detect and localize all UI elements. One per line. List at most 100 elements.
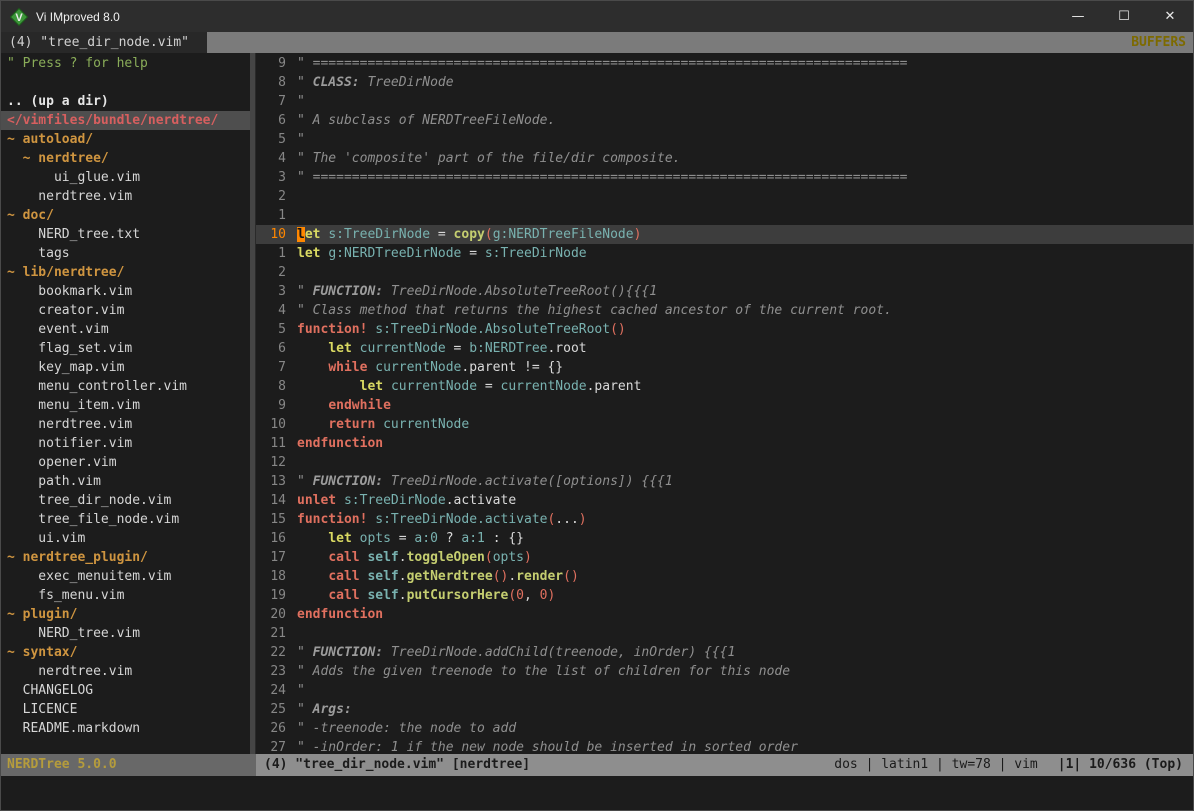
tree-item[interactable]: ~ plugin/ [1, 605, 250, 624]
code-token: let [328, 341, 351, 356]
code-line[interactable]: 10let s:TreeDirNode = copy(g:NERDTreeFil… [256, 225, 1193, 244]
code-text: " -treenode: the node to add [297, 719, 516, 738]
line-number: 25 [256, 700, 286, 719]
code-line[interactable]: 18 call self.getNerdtree().render() [256, 567, 1193, 586]
code-line[interactable]: 19 call self.putCursorHere(0, 0) [256, 586, 1193, 605]
tree-item[interactable]: notifier.vim [1, 434, 250, 453]
tree-root-item[interactable]: </vimfiles/bundle/nerdtree/ [1, 111, 250, 130]
line-number: 26 [256, 719, 286, 738]
tree-item[interactable]: opener.vim [1, 453, 250, 472]
tree-item[interactable]: nerdtree.vim [1, 662, 250, 681]
tree-item[interactable]: path.vim [1, 472, 250, 491]
tree-item[interactable]: creator.vim [1, 301, 250, 320]
tree-item[interactable]: ~ autoload/ [1, 130, 250, 149]
code-line[interactable]: 9 endwhile [256, 396, 1193, 415]
code-line[interactable]: 2 [256, 187, 1193, 206]
code-line[interactable]: 7" [256, 92, 1193, 111]
minimize-button[interactable]: — [1055, 1, 1101, 32]
code-token: currentNode [360, 341, 446, 356]
code-line[interactable]: 14unlet s:TreeDirNode.activate [256, 491, 1193, 510]
code-line[interactable]: 4" The 'composite' part of the file/dir … [256, 149, 1193, 168]
code-token: ) [547, 588, 555, 603]
code-line[interactable]: 26 " -treenode: the node to add [256, 719, 1193, 738]
tree-item[interactable]: nerdtree.vim [1, 187, 250, 206]
code-token: " -treenode: the node to add [297, 721, 516, 736]
code-line[interactable]: 6" A subclass of NERDTreeFileNode. [256, 111, 1193, 130]
code-line[interactable]: 5" [256, 130, 1193, 149]
tree-item[interactable]: flag_set.vim [1, 339, 250, 358]
tree-item[interactable]: menu_controller.vim [1, 377, 250, 396]
code-line[interactable]: 3" FUNCTION: TreeDirNode.AbsoluteTreeRoo… [256, 282, 1193, 301]
tree-item[interactable]: " Press ? for help [1, 54, 250, 73]
code-token: = [430, 227, 453, 242]
tabline-fill [207, 32, 1124, 53]
tree-item[interactable]: key_map.vim [1, 358, 250, 377]
code-line[interactable]: 25" Args: [256, 700, 1193, 719]
code-line[interactable]: 17 call self.toggleOpen(opts) [256, 548, 1193, 567]
code-token: , [524, 588, 540, 603]
code-line[interactable]: 4" Class method that returns the highest… [256, 301, 1193, 320]
line-number: 18 [256, 567, 286, 586]
tree-item[interactable]: tags [1, 244, 250, 263]
tree-item[interactable]: ~ lib/nerdtree/ [1, 263, 250, 282]
code-line[interactable]: 10 return currentNode [256, 415, 1193, 434]
code-line[interactable]: 9" =====================================… [256, 54, 1193, 73]
tree-item[interactable]: ~ nerdtree_plugin/ [1, 548, 250, 567]
tree-item[interactable]: fs_menu.vim [1, 586, 250, 605]
tree-item[interactable]: bookmark.vim [1, 282, 250, 301]
tree-item[interactable]: ~ nerdtree/ [1, 149, 250, 168]
code-token: " [297, 75, 313, 90]
code-line[interactable]: 12 [256, 453, 1193, 472]
tree-item[interactable]: tree_dir_node.vim [1, 491, 250, 510]
tree-item[interactable]: ui.vim [1, 529, 250, 548]
code-token [297, 379, 360, 394]
tree-item[interactable]: tree_file_node.vim [1, 510, 250, 529]
code-line[interactable]: 20endfunction [256, 605, 1193, 624]
line-number: 17 [256, 548, 286, 567]
tree-item[interactable]: README.markdown [1, 719, 250, 738]
tree-item[interactable]: exec_menuitem.vim [1, 567, 250, 586]
code-line[interactable]: 16 let opts = a:0 ? a:1 : {} [256, 529, 1193, 548]
code-line[interactable]: 6 let currentNode = b:NERDTree.root [256, 339, 1193, 358]
code-line[interactable]: 8 let currentNode = currentNode.parent [256, 377, 1193, 396]
code-line[interactable]: 2 [256, 263, 1193, 282]
code-line[interactable]: 27" -inOrder: 1 if the new node should b… [256, 738, 1193, 754]
tree-item[interactable]: ~ syntax/ [1, 643, 250, 662]
tree-item[interactable]: LICENCE [1, 700, 250, 719]
code-token: " A subclass of NERDTreeFileNode. [297, 113, 555, 128]
code-line[interactable]: 11endfunction [256, 434, 1193, 453]
tree-item[interactable]: NERD_tree.txt [1, 225, 250, 244]
tree-item[interactable] [1, 73, 250, 92]
tree-item[interactable]: menu_item.vim [1, 396, 250, 415]
tree-item[interactable]: ui_glue.vim [1, 168, 250, 187]
code-token: . [399, 550, 407, 565]
maximize-button[interactable]: ☐ [1101, 1, 1147, 32]
tree-item[interactable]: ~ doc/ [1, 206, 250, 225]
tab-tree-dir-node[interactable]: (4) "tree_dir_node.vim" [1, 32, 207, 53]
code-line[interactable]: 22" FUNCTION: TreeDirNode.addChild(treen… [256, 643, 1193, 662]
tree-item[interactable]: event.vim [1, 320, 250, 339]
tree-item[interactable]: .. (up a dir) [1, 92, 250, 111]
code-line[interactable]: 13" FUNCTION: TreeDirNode.activate([opti… [256, 472, 1193, 491]
code-token: ... [555, 512, 578, 527]
code-line[interactable]: 23" Adds the given treenode to the list … [256, 662, 1193, 681]
code-line[interactable]: 5function! s:TreeDirNode.AbsoluteTreeRoo… [256, 320, 1193, 339]
close-button[interactable]: ✕ [1147, 1, 1193, 32]
code-line[interactable]: 8" CLASS: TreeDirNode [256, 73, 1193, 92]
tree-item[interactable]: nerdtree.vim [1, 415, 250, 434]
code-line[interactable]: 7 while currentNode.parent != {} [256, 358, 1193, 377]
code-token [297, 569, 328, 584]
code-line[interactable]: 21 [256, 624, 1193, 643]
code-line[interactable]: 1let g:NERDTreeDirNode = s:TreeDirNode [256, 244, 1193, 263]
code-token: a:0 [414, 531, 437, 546]
code-text: " Adds the given treenode to the list of… [297, 662, 790, 681]
code-line[interactable]: 3" =====================================… [256, 168, 1193, 187]
tree-item[interactable]: CHANGELOG [1, 681, 250, 700]
code-line[interactable]: 1 [256, 206, 1193, 225]
command-line[interactable] [1, 776, 1193, 810]
code-token: FUNCTION: [313, 284, 383, 299]
tree-item[interactable]: NERD_tree.vim [1, 624, 250, 643]
code-line[interactable]: 24" [256, 681, 1193, 700]
code-line[interactable]: 15function! s:TreeDirNode.activate(...) [256, 510, 1193, 529]
code-token [352, 341, 360, 356]
